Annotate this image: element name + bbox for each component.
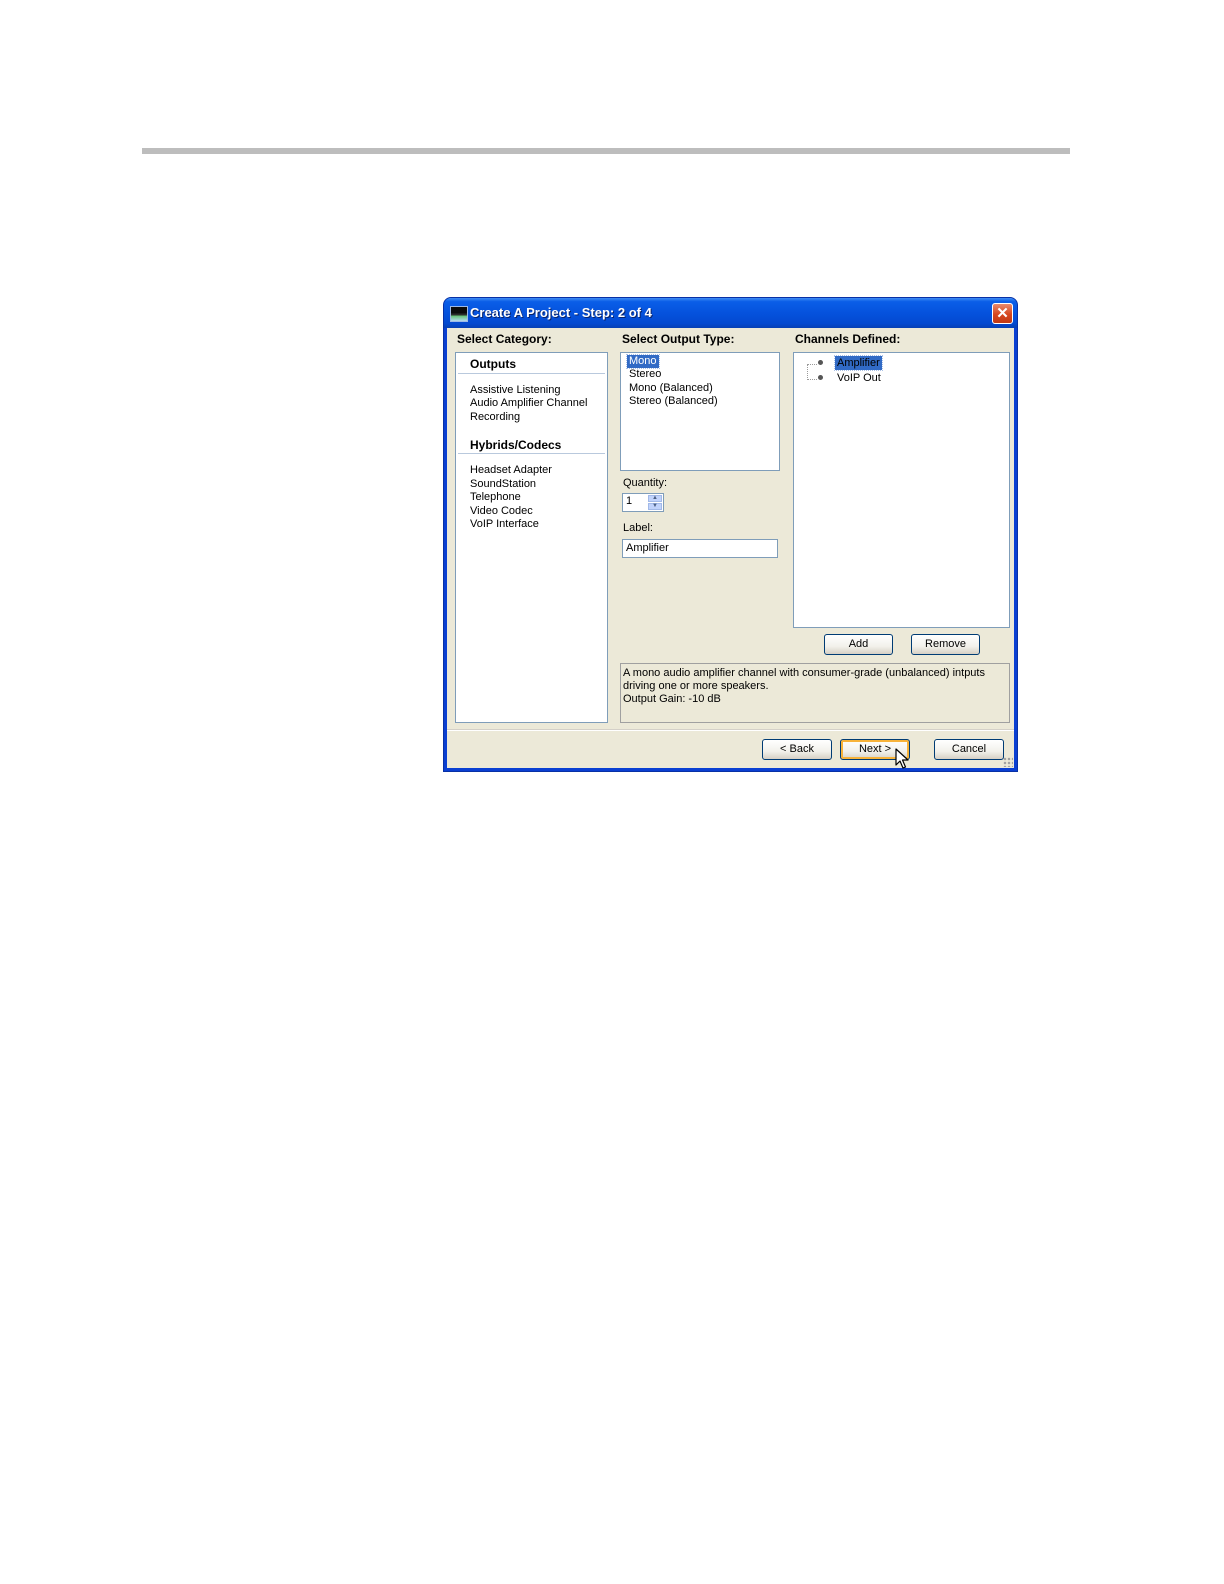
header-rule [142,148,1070,154]
spin-down-icon[interactable]: ▼ [648,503,662,510]
label-input[interactable]: Amplifier [622,539,778,558]
window-title: Create A Project - Step: 2 of 4 [470,305,652,320]
category-group-header: Outputs [470,357,516,371]
back-button[interactable]: < Back [762,739,832,760]
category-item-recording[interactable]: Recording [470,411,520,424]
create-project-dialog: Create A Project - Step: 2 of 4 ✕ Select… [444,298,1017,771]
quantity-stepper[interactable]: 1 ▲ ▼ [622,493,664,512]
select-output-type-label: Select Output Type: [622,332,735,346]
category-item-audio-amplifier-channel[interactable]: Audio Amplifier Channel [470,397,587,410]
tree-node-icon [818,375,823,380]
category-group-header: Hybrids/Codecs [470,438,562,452]
tree-node-icon [818,360,823,365]
select-category-label: Select Category: [457,332,552,346]
app-icon [450,306,468,322]
remove-button[interactable]: Remove [911,634,980,655]
description-box: A mono audio amplifier channel with cons… [620,663,1010,723]
output-type-item-stereo[interactable]: Stereo [627,368,663,381]
title-bar[interactable]: Create A Project - Step: 2 of 4 ✕ [444,298,1017,328]
mouse-cursor-icon [895,748,909,769]
category-item-assistive-listening[interactable]: Assistive Listening [470,384,561,397]
category-item-soundstation[interactable]: SoundStation [470,478,536,491]
close-icon: ✕ [996,305,1009,322]
tree-connector [807,364,808,380]
resize-grip-icon[interactable] [1003,757,1013,767]
output-gain-text: Output Gain: -10 dB [623,693,721,705]
output-type-item-stereo-balanced[interactable]: Stereo (Balanced) [627,395,720,408]
quantity-value: 1 [626,495,633,507]
category-list[interactable]: Outputs Assistive Listening Audio Amplif… [455,352,608,723]
tree-connector [807,379,817,380]
footer-separator [447,729,1014,731]
output-type-list[interactable]: Mono Stereo Mono (Balanced) Stereo (Bala… [620,352,780,471]
tree-connector [807,364,817,365]
category-divider [458,453,605,454]
spin-up-icon[interactable]: ▲ [648,495,662,502]
category-divider [458,373,605,374]
label-field-label: Label: [623,522,653,534]
output-type-item-mono[interactable]: Mono [626,354,660,369]
output-type-item-mono-balanced[interactable]: Mono (Balanced) [627,382,715,395]
category-item-video-codec[interactable]: Video Codec [470,505,533,518]
channels-tree[interactable]: Amplifier VoIP Out [793,352,1010,628]
add-button[interactable]: Add [824,634,893,655]
channels-defined-label: Channels Defined: [795,332,901,346]
category-item-telephone[interactable]: Telephone [470,491,521,504]
category-item-voip-interface[interactable]: VoIP Interface [470,518,539,531]
channel-item-voip-out[interactable]: VoIP Out [835,371,883,385]
category-item-headset-adapter[interactable]: Headset Adapter [470,464,552,477]
cancel-button[interactable]: Cancel [934,739,1004,760]
quantity-label: Quantity: [623,477,668,489]
channel-item-amplifier[interactable]: Amplifier [834,355,883,371]
description-text: A mono audio amplifier channel with cons… [623,667,985,692]
close-button[interactable]: ✕ [992,303,1013,324]
quantity-spin-buttons: ▲ ▼ [648,495,662,510]
document-page: Create A Project - Step: 2 of 4 ✕ Select… [0,0,1224,1584]
